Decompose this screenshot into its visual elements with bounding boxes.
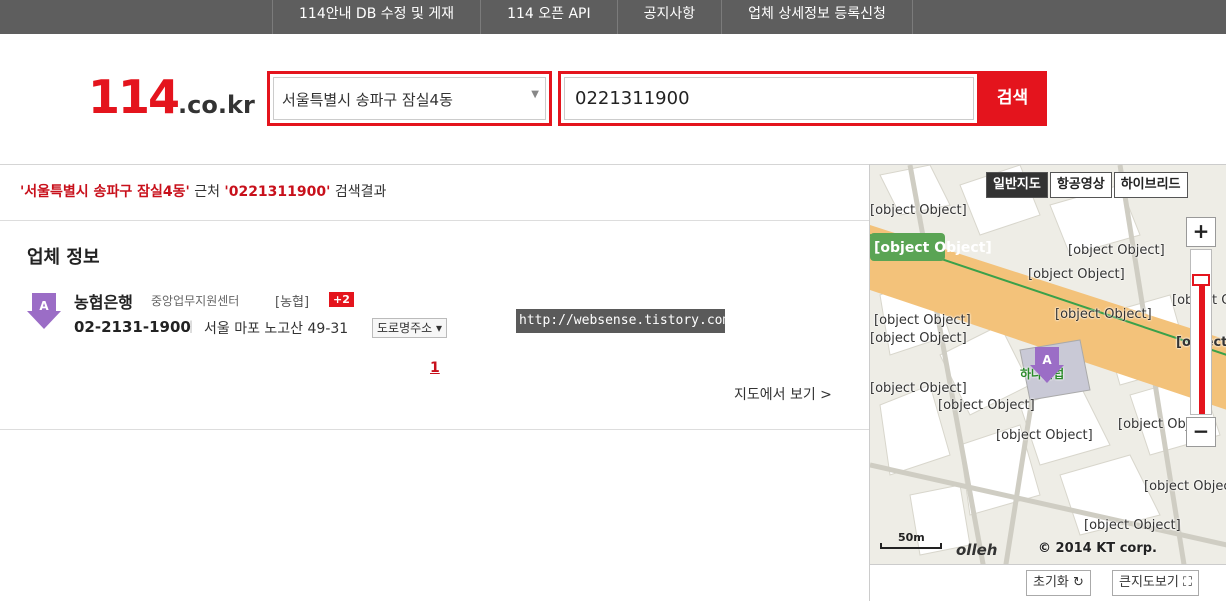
map-label: [object Object] [1084, 518, 1181, 533]
region-select[interactable]: 서울특별시 송파구 잠실4동 ▼ [267, 71, 552, 126]
dropdown-arrow-icon: ▼ [531, 89, 539, 100]
map-label: [object Object] [1068, 243, 1165, 258]
business-name[interactable]: 농협은행 [74, 289, 133, 313]
summary-near: 근처 [189, 184, 225, 200]
big-map-button[interactable]: 큰지도보기 ⛶ [1112, 570, 1200, 596]
summary-results: 검색결과 [330, 184, 387, 200]
pager-page-1[interactable]: 1 [430, 360, 440, 376]
section-title: 업체 정보 [27, 247, 100, 268]
map-label: [object Object] [870, 203, 967, 218]
map-marker-letter: A [1042, 353, 1052, 367]
zoom-out-button[interactable]: − [1186, 417, 1216, 447]
business-branch: 중앙업무지원센터 [151, 294, 240, 308]
road-address-button[interactable]: 도로명주소 ▾ [372, 318, 448, 338]
zoom-in-button[interactable]: + [1186, 217, 1216, 247]
divider [0, 429, 869, 430]
zoom-level-fill [1199, 280, 1205, 414]
logo-domain: .co.kr [178, 91, 255, 119]
map-label: [object Object] [870, 381, 967, 396]
map-label: [object Object] [938, 398, 1035, 413]
watermark-url: http://websense.tistory.com [516, 309, 730, 333]
map-label: [object Object] [996, 428, 1093, 443]
map-panel[interactable]: [object Object] [object Object] [object … [869, 164, 1226, 601]
nav-notice[interactable]: 공지사항 [616, 0, 722, 34]
map-scale-bar [880, 543, 942, 549]
search-input[interactable] [564, 77, 974, 120]
zoom-slider[interactable] [1190, 249, 1212, 415]
map-label: [object Object] [1028, 267, 1125, 282]
map-type-switcher: 일반지도 항공영상 하이브리드 [986, 172, 1190, 198]
nav-db-edit[interactable]: 114안내 DB 수정 및 게재 [272, 0, 480, 34]
map-copyright: © 2014 KT corp. [1038, 541, 1157, 556]
separator: | [189, 319, 194, 333]
map-type-normal[interactable]: 일반지도 [986, 172, 1048, 198]
map-label: [object Object] [1055, 307, 1152, 322]
map-label: [object Object] [874, 313, 971, 328]
map-label: [object Object] [874, 240, 992, 256]
more-badge[interactable]: +2 [329, 292, 354, 307]
map-footer: 초기화 ↻ 큰지도보기 ⛶ [870, 564, 1226, 601]
summary-query: '0221311900' [224, 184, 331, 200]
map-type-hybrid[interactable]: 하이브리드 [1113, 172, 1188, 198]
map-marker-a-icon[interactable]: A [1030, 347, 1064, 383]
divider [0, 220, 869, 221]
logo-number: 114 [88, 70, 180, 124]
marker-letter: A [39, 299, 49, 313]
nav-business-register[interactable]: 업체 상세정보 등록신청 [721, 0, 913, 34]
map-label: [object Object] [870, 331, 967, 346]
search-button[interactable]: 검색 [978, 71, 1047, 126]
marker-a-icon: A [27, 293, 61, 329]
results-panel: '서울특별시 송파구 잠실4동' 근처 '0221311900' 검색결과 업체… [0, 164, 869, 601]
site-logo[interactable]: 114.co.kr [88, 70, 255, 124]
view-on-map-link[interactable]: 지도에서 보기 > [734, 384, 832, 404]
map-label: [object Object] [1144, 479, 1226, 494]
top-nav-list: 114안내 DB 수정 및 게재 114 오픈 API 공지사항 업체 상세정보… [272, 0, 913, 34]
business-category: [농협] [275, 295, 310, 310]
search-box [558, 71, 980, 126]
summary-region: '서울특별시 송파구 잠실4동' [20, 184, 190, 200]
nav-open-api[interactable]: 114 오픈 API [480, 0, 617, 34]
top-navigation: 114안내 DB 수정 및 게재 114 오픈 API 공지사항 업체 상세정보… [0, 0, 1226, 34]
region-select-value: 서울특별시 송파구 잠실4동 [282, 91, 453, 109]
map-reset-button[interactable]: 초기화 ↻ [1026, 570, 1091, 596]
business-address: 서울 마포 노고산 49-31 [204, 321, 349, 337]
zoom-slider-handle[interactable] [1192, 274, 1210, 286]
provider-logo: olleh [956, 541, 998, 559]
business-phone: 02-2131-1900 [74, 318, 191, 336]
map-type-aerial[interactable]: 항공영상 [1049, 172, 1112, 198]
result-summary: '서울특별시 송파구 잠실4동' 근처 '0221311900' 검색결과 [20, 181, 386, 201]
